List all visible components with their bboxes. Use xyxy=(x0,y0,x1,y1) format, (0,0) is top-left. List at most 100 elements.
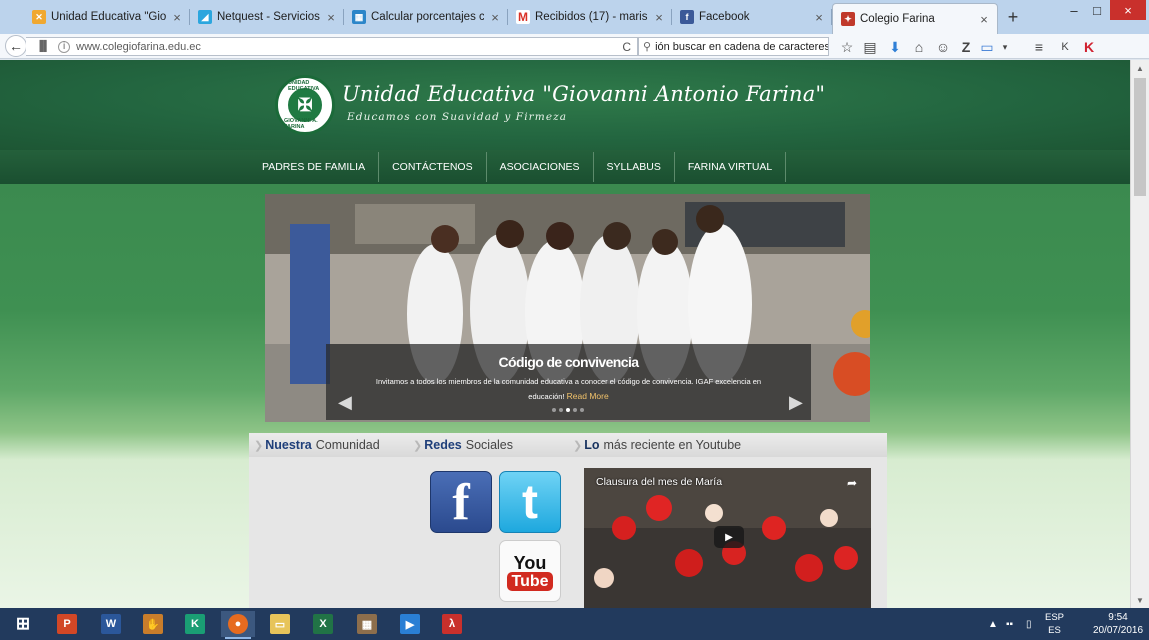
browser-tab-1[interactable]: ✕ Unidad Educativa "Giov... × xyxy=(24,4,190,30)
heading-youtube: ❯ Lo más reciente en Youtube xyxy=(573,433,741,457)
tab-close-icon[interactable]: × xyxy=(488,10,502,25)
joomla-favicon-icon: ✕ xyxy=(32,10,46,24)
home-icon[interactable]: ⌂ xyxy=(910,38,928,56)
menu-item-padres[interactable]: PADRES DE FAMILIA xyxy=(249,152,380,182)
language-indicator[interactable]: ESP ES xyxy=(1045,611,1064,637)
read-more-link[interactable]: Read More xyxy=(567,391,609,401)
powerpoint-icon[interactable]: P xyxy=(50,611,84,637)
menu-item-contactenos[interactable]: CONTÁCTENOS xyxy=(379,152,487,182)
store-icon[interactable]: ▦ xyxy=(350,611,384,637)
tab-close-icon[interactable]: × xyxy=(977,12,991,27)
slide-dot[interactable] xyxy=(573,408,577,412)
tab-title: Facebook xyxy=(699,11,750,23)
pocket-icon[interactable]: ☺ xyxy=(934,38,952,56)
school-logo[interactable]: UNIDAD EDUCATIVA ✠ GIOVANNI A. FARINA xyxy=(275,75,335,135)
file-explorer-icon[interactable]: ▭ xyxy=(263,611,297,637)
share-arrow-icon[interactable]: ➦ xyxy=(847,476,857,490)
clock-time: 9:54 xyxy=(1108,612,1128,623)
main-menu: PADRES DE FAMILIA CONTÁCTENOS ASOCIACION… xyxy=(249,152,787,182)
browser-tab-4[interactable]: M Recibidos (17) - marisol... × xyxy=(508,4,672,30)
slide-dot[interactable] xyxy=(552,408,556,412)
word-icon[interactable]: W xyxy=(94,611,128,637)
maximize-button[interactable]: □ xyxy=(1086,0,1108,20)
menu-item-syllabus[interactable]: SYLLABUS xyxy=(594,152,675,182)
tray-chevron-icon[interactable]: ▲ xyxy=(988,608,998,640)
browser-tab-2[interactable]: ◢ Netquest - Servicios de ... × xyxy=(190,4,344,30)
slide-title[interactable]: Código de convivencia xyxy=(326,354,811,370)
kaspersky-icon[interactable]: K xyxy=(1080,38,1098,56)
tab-close-icon[interactable]: × xyxy=(652,10,666,25)
browser-tab-3[interactable]: ▦ Calcular porcentajes co... × xyxy=(344,4,508,30)
vertical-scrollbar[interactable]: ▲ ▼ xyxy=(1130,60,1149,608)
heading-bold: Redes xyxy=(424,438,462,452)
scroll-up-icon[interactable]: ▲ xyxy=(1131,60,1149,76)
screenshot-icon[interactable]: ▭ xyxy=(978,38,996,56)
address-bar[interactable]: ▐▌ i www.colegiofarina.edu.ec C xyxy=(26,37,638,56)
dropdown-chevron-icon[interactable]: ▾ xyxy=(996,38,1014,56)
tab-close-icon[interactable]: × xyxy=(170,10,184,25)
search-bar[interactable]: ⚲ ión buscar en cadena de caracteres → xyxy=(638,37,829,56)
slide-dot-active[interactable] xyxy=(566,408,570,412)
scrollbar-thumb[interactable] xyxy=(1134,78,1146,196)
media-player-icon[interactable]: ▶ xyxy=(393,611,427,637)
back-button[interactable]: ← xyxy=(5,35,27,57)
heading-bold: Nuestra xyxy=(265,438,312,452)
browser-tab-active[interactable]: ✦ Colegio Farina × xyxy=(832,3,998,34)
downloads-icon[interactable]: ⬇ xyxy=(886,38,904,56)
tab-close-icon[interactable]: × xyxy=(324,10,338,25)
bookmark-star-icon[interactable]: ☆ xyxy=(838,38,856,56)
search-text[interactable]: ión buscar en cadena de caracteres xyxy=(655,41,828,53)
slide-dot[interactable] xyxy=(559,408,563,412)
tab-close-icon[interactable]: × xyxy=(812,10,826,25)
clock-date: 20/07/2016 xyxy=(1092,625,1144,636)
youtube-icon[interactable]: You Tube xyxy=(499,540,561,602)
menu-item-farina-virtual[interactable]: FARINA VIRTUAL xyxy=(675,152,787,182)
url-text[interactable]: www.colegiofarina.edu.ec xyxy=(76,41,201,53)
youtube-tube: Tube xyxy=(507,571,553,591)
youtube-video-embed[interactable]: Clausura del mes de María ➦ ▶ xyxy=(584,468,871,608)
reading-list-icon[interactable]: ▤ xyxy=(861,38,879,56)
browser-tab-5[interactable]: f Facebook × xyxy=(672,4,832,30)
new-tab-button[interactable]: + xyxy=(1003,7,1023,28)
scroll-down-icon[interactable]: ▼ xyxy=(1131,592,1149,608)
play-icon[interactable]: ▶ xyxy=(714,526,744,548)
battery-icon[interactable]: ▯ xyxy=(1026,608,1032,640)
seal-top-text: UNIDAD EDUCATIVA xyxy=(288,80,320,92)
tab-title: Colegio Farina xyxy=(860,13,935,25)
kaspersky-taskbar-icon[interactable]: K xyxy=(178,611,212,637)
heading-rest: Sociales xyxy=(465,438,513,452)
acrobat-icon[interactable]: λ xyxy=(435,611,469,637)
reload-icon[interactable]: C xyxy=(622,40,631,54)
info-icon[interactable]: i xyxy=(58,40,71,53)
windows-start-icon[interactable]: ⊞ xyxy=(6,611,40,637)
heading-rest: Comunidad xyxy=(315,438,380,452)
video-title[interactable]: Clausura del mes de María xyxy=(596,476,722,488)
firefox-icon[interactable]: ● xyxy=(221,611,255,639)
calculator-favicon-icon: ▦ xyxy=(352,10,366,24)
zotero-icon[interactable]: Z xyxy=(957,38,975,56)
menu-hamburger-icon[interactable]: ≡ xyxy=(1030,38,1048,56)
heading-bold: Lo xyxy=(584,438,600,452)
close-window-button[interactable]: × xyxy=(1110,0,1146,20)
slide-text: Invitamos a todos los miembros de la com… xyxy=(362,374,775,404)
facebook-favicon-icon: f xyxy=(680,10,694,24)
network-icon[interactable]: ▪▪ xyxy=(1006,608,1013,640)
slide-prev-icon[interactable]: ◀ xyxy=(338,392,352,413)
slide-dot[interactable] xyxy=(580,408,584,412)
paint-icon[interactable]: ✋ xyxy=(136,611,170,637)
identity-icon[interactable]: ▐▌ xyxy=(36,41,50,52)
heading-rest: más reciente en Youtube xyxy=(603,438,742,452)
slide-next-icon[interactable]: ▶ xyxy=(789,392,803,413)
system-clock[interactable]: 9:54 20/07/2016 xyxy=(1092,611,1144,637)
extension-k-icon[interactable]: K xyxy=(1056,38,1074,56)
menu-item-asociaciones[interactable]: ASOCIACIONES xyxy=(487,152,594,182)
minimize-button[interactable]: – xyxy=(1062,0,1086,20)
tab-strip: ✕ Unidad Educativa "Giov... × ◢ Netquest… xyxy=(0,0,1149,34)
excel-icon[interactable]: X xyxy=(306,611,340,637)
slide-dots xyxy=(552,408,584,412)
tab-title: Recibidos (17) - marisol... xyxy=(535,11,648,23)
site-slogan: Educamos con Suavidad y Firmeza xyxy=(347,111,568,123)
facebook-icon[interactable]: f xyxy=(430,471,492,533)
twitter-icon[interactable]: t xyxy=(499,471,561,533)
image-slider[interactable]: Código de convivencia Invitamos a todos … xyxy=(265,194,870,422)
